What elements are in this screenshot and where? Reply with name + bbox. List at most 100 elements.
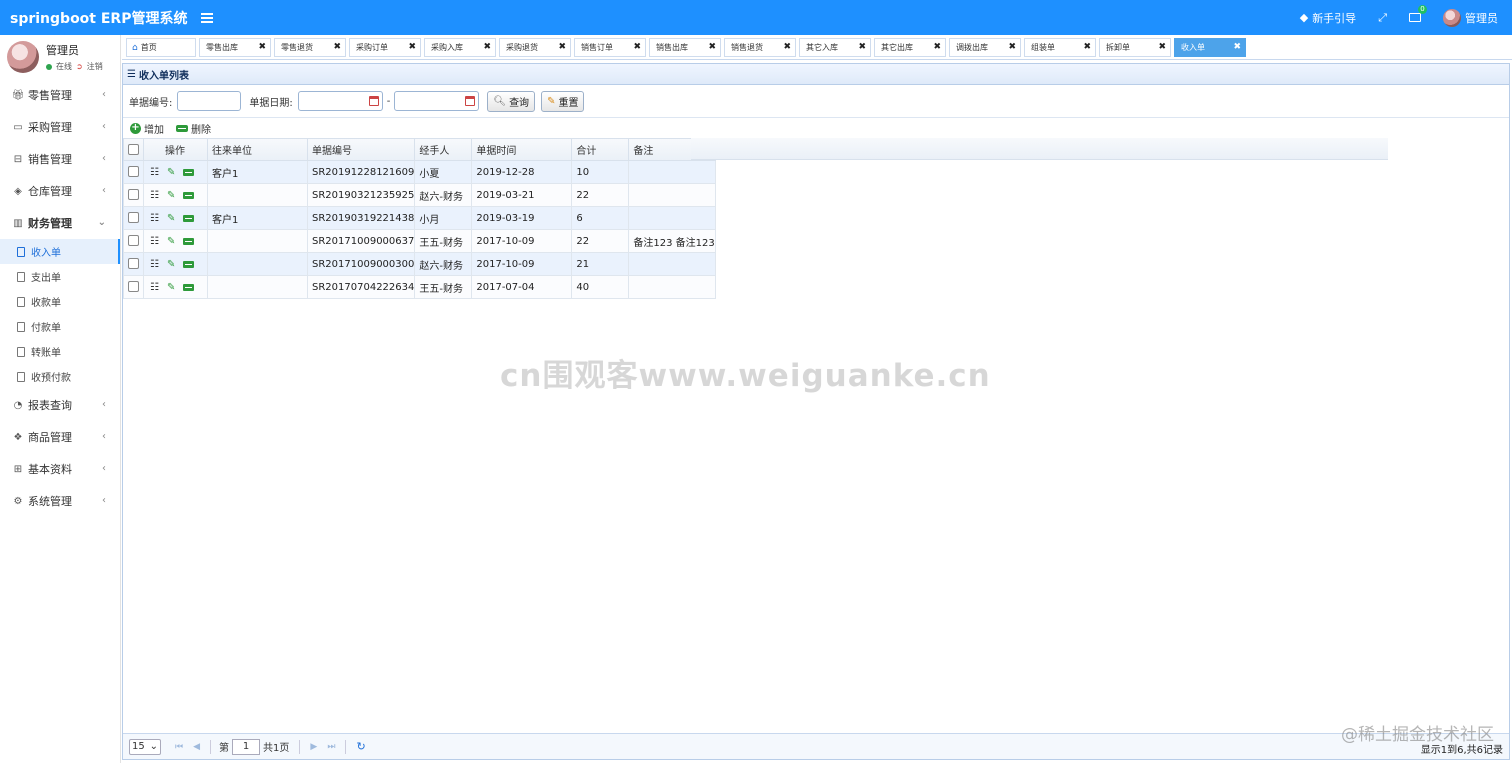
fullscreen-button[interactable]: ⤢ [1378,11,1387,25]
table-row[interactable]: ☷ ✎ SR20190321235925 赵六-财务 2019-03-21 22 [123,183,716,207]
sidebar-item-goods[interactable]: ❖ 商品管理 ‹ [0,421,120,453]
diamond-icon: ◆ [1299,11,1309,24]
edit-icon[interactable]: ✎ [167,236,175,247]
close-icon[interactable]: ✖ [633,42,641,52]
edit-icon[interactable]: ✎ [167,213,175,224]
close-icon[interactable]: ✖ [408,42,416,52]
menu-toggle-icon[interactable] [201,12,214,23]
tab-purchase-order[interactable]: 采购订单 ✖ [349,38,421,57]
detail-icon[interactable]: ☷ [150,190,159,201]
sidebar-item-retail[interactable]: 🎁︎ 零售管理 ‹ [0,79,120,111]
edit-icon[interactable]: ✎ [167,259,175,270]
sidebar-item-sales[interactable]: ⊟ 销售管理 ‹ [0,143,120,175]
tab-sales-return[interactable]: 销售退货 ✖ [724,38,796,57]
calendar-icon[interactable] [368,96,379,106]
calendar-icon[interactable] [465,96,476,106]
detail-icon[interactable]: ☷ [150,282,159,293]
delete-icon[interactable] [183,283,195,291]
table-row[interactable]: ☷ ✎ SR20170704222634 王五-财务 2017-07-04 40 [123,275,716,299]
sidebar-item-income[interactable]: 收入单 [0,239,120,264]
close-icon[interactable]: ✖ [858,42,866,52]
sidebar-item-advance[interactable]: 收预付款 [0,364,120,389]
sidebar-item-expense[interactable]: 支出单 [0,264,120,289]
table-row[interactable]: ☷ ✎ SR20171009000637 王五-财务 2017-10-09 22 … [123,229,716,253]
tab-sales-order[interactable]: 销售订单 ✖ [574,38,646,57]
delete-icon[interactable] [183,191,195,199]
tab-purchase-return[interactable]: 采购退货 ✖ [499,38,571,57]
close-icon[interactable]: ✖ [333,42,341,52]
tab-disassemble[interactable]: 拆卸单 ✖ [1099,38,1171,57]
table-row[interactable]: ☷ ✎ 客户1 SR20191228121609 小夏 2019-12-28 10 [123,160,716,184]
tab-assemble[interactable]: 组装单 ✖ [1024,38,1096,57]
logout-link[interactable]: 注销 [87,61,103,72]
close-icon[interactable]: ✖ [1083,42,1091,52]
detail-icon[interactable]: ☷ [150,259,159,270]
edit-icon[interactable]: ✎ [167,190,175,201]
number-input[interactable] [177,91,242,111]
tab-purchase-in[interactable]: 采购入库 ✖ [424,38,496,57]
delete-button[interactable]: 删除 [176,121,211,136]
edit-icon[interactable]: ✎ [167,167,175,178]
select-all-checkbox[interactable] [128,143,139,155]
row-checkbox[interactable] [128,235,139,247]
edit-icon[interactable]: ✎ [167,282,175,293]
sidebar-item-transfer[interactable]: 转账单 [0,339,120,364]
page-number-input[interactable]: 1 [232,738,261,755]
mail-button[interactable]: 0 [1409,5,1427,22]
add-button[interactable]: + 增加 [130,121,164,136]
delete-icon[interactable] [183,214,195,222]
sidebar-item-purchase[interactable]: ▭ 采购管理 ‹ [0,111,120,143]
row-checkbox[interactable] [128,166,139,178]
sidebar-item-payment[interactable]: 付款单 [0,314,120,339]
close-icon[interactable]: ✖ [1158,42,1166,52]
tab-retail-out[interactable]: 零售出库 ✖ [199,38,271,57]
close-icon[interactable]: ✖ [933,42,941,52]
tab-other-out[interactable]: 其它出库 ✖ [874,38,946,57]
row-checkbox[interactable] [128,212,139,224]
row-checkbox[interactable] [128,258,139,270]
date-start-input[interactable] [297,91,383,111]
tab-sales-out[interactable]: 销售出库 ✖ [649,38,721,57]
tab-retail-return[interactable]: 零售退货 ✖ [274,38,346,57]
delete-icon[interactable] [183,237,195,245]
tab-transfer-out[interactable]: 调拨出库 ✖ [949,38,1021,57]
date-end-input[interactable] [394,91,480,111]
close-icon[interactable]: ✖ [1233,42,1241,52]
next-page-icon[interactable]: ▶ [310,742,317,752]
delete-icon[interactable] [183,168,195,176]
delete-icon[interactable] [183,260,195,268]
chevron-left-icon: ‹ [102,89,106,100]
close-icon[interactable]: ✖ [483,42,491,52]
tab-income[interactable]: 收入单 ✖ [1174,38,1246,57]
reset-button[interactable]: ✎ 重置 [541,90,585,112]
close-icon[interactable]: ✖ [258,42,266,52]
sidebar-item-finance[interactable]: ▥ 财务管理 ⌄ [0,207,120,239]
first-page-icon[interactable]: ⏮ [175,742,183,752]
tab-other-in[interactable]: 其它入库 ✖ [799,38,871,57]
sidebar-item-system[interactable]: ⚙ 系统管理 ‹ [0,485,120,517]
refresh-icon[interactable]: ↻ [356,740,365,753]
user-menu[interactable]: 管理员 [1443,8,1498,27]
row-checkbox[interactable] [128,189,139,201]
detail-icon[interactable]: ☷ [150,213,159,224]
close-icon[interactable]: ✖ [783,42,791,52]
close-icon[interactable]: ✖ [1008,42,1016,52]
sidebar-item-reports[interactable]: ◔ 报表查询 ‹ [0,389,120,421]
query-button[interactable]: 🔍︎ 查询 [487,90,536,112]
last-page-icon[interactable]: ⏭ [327,742,335,752]
sidebar-item-warehouse[interactable]: ◈ 仓库管理 ‹ [0,175,120,207]
row-checkbox[interactable] [128,281,139,293]
logout-icon[interactable]: ➲ [76,62,83,71]
close-icon[interactable]: ✖ [558,42,566,52]
sidebar-item-basic[interactable]: ⊞ 基本资料 ‹ [0,453,120,485]
detail-icon[interactable]: ☷ [150,167,159,178]
prev-page-icon[interactable]: ◀ [193,742,200,752]
table-row[interactable]: ☷ ✎ 客户1 SR20190319221438 小月 2019-03-19 6 [123,206,716,230]
tab-home[interactable]: ⌂ 首页 [126,38,196,57]
table-row[interactable]: ☷ ✎ SR20171009000300 赵六-财务 2017-10-09 21 [123,252,716,276]
page-size-select[interactable]: 15 ⌄ [129,738,161,755]
close-icon[interactable]: ✖ [708,42,716,52]
detail-icon[interactable]: ☷ [150,236,159,247]
guide-button[interactable]: ◆ 新手引导 [1300,10,1356,26]
sidebar-item-receipt[interactable]: 收款单 [0,289,120,314]
